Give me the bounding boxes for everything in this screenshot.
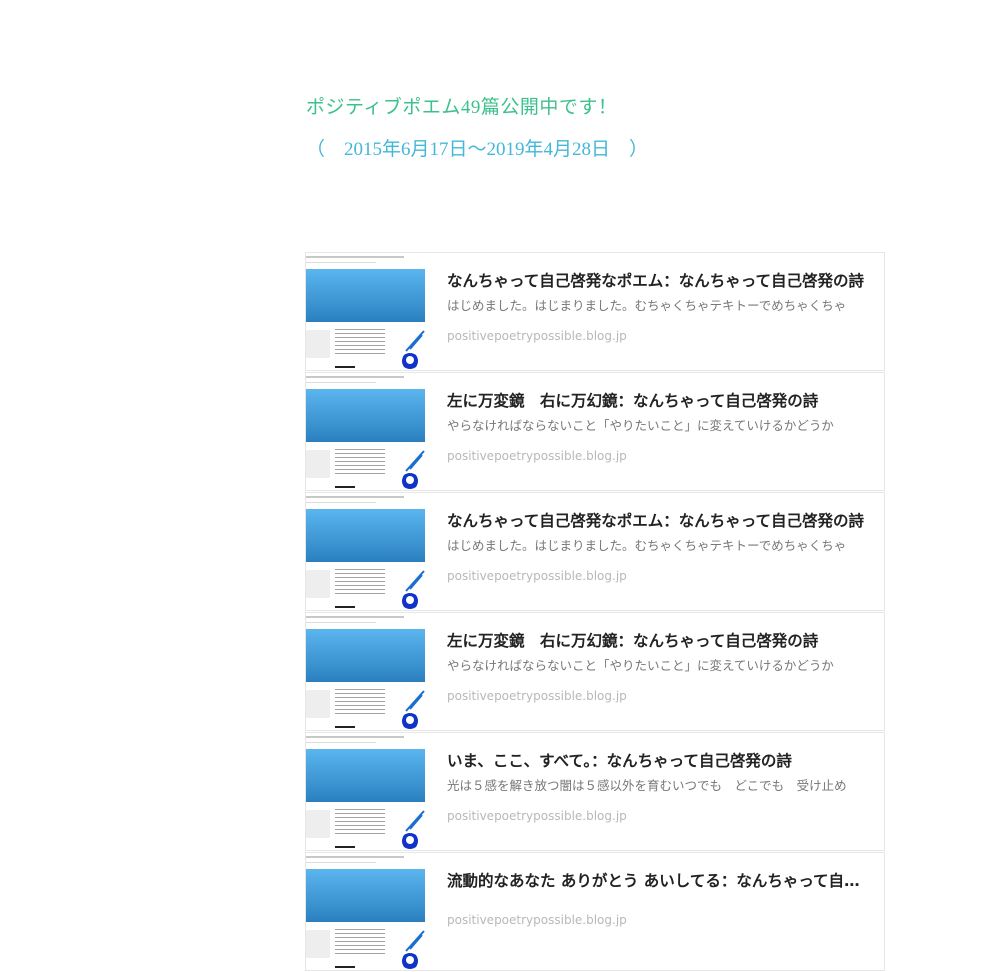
card-domain: positivepoetrypossible.blog.jp [447,449,627,463]
card-excerpt: はじめました。はじまりました。むちゃくちゃテキトーでめちゃくちゃ [447,538,847,553]
card-excerpt: やらなければならないこと「やりたいこと」に変えていけるかどうか [447,418,834,433]
blog-card[interactable]: いま、ここ、すべて。：なんちゃって自己啓発の詩 光は５感を解き放つ闇は５感以外を… [305,732,885,851]
card-thumbnail[interactable] [306,493,425,610]
blog-card[interactable]: なんちゃって自己啓発なポエム：なんちゃって自己啓発の詩 はじめました。はじまりま… [305,492,885,611]
card-excerpt: 光は５感を解き放つ闇は５感以外を育むいつでも どこでも 受け止め [447,778,847,793]
headline-poem-count: ポジティブポエム49篇公開中です！ [306,97,618,118]
figure-illustration-icon [402,450,425,489]
card-title[interactable]: なんちゃって自己啓発なポエム：なんちゃって自己啓発の詩 [447,271,867,291]
card-thumbnail[interactable] [306,253,425,370]
card-title[interactable]: いま、ここ、すべて。：なんちゃって自己啓発の詩 [447,751,867,771]
card-thumbnail[interactable] [306,733,425,850]
card-title[interactable]: 左に万変鏡 右に万幻鏡：なんちゃって自己啓発の詩 [447,391,867,411]
blog-card[interactable]: なんちゃって自己啓発なポエム：なんちゃって自己啓発の詩 はじめました。はじまりま… [305,252,885,371]
figure-illustration-icon [402,810,425,849]
figure-illustration-icon [402,690,425,729]
card-domain: positivepoetrypossible.blog.jp [447,329,627,343]
figure-illustration-icon [402,330,425,369]
card-title[interactable]: なんちゃって自己啓発なポエム：なんちゃって自己啓発の詩 [447,511,867,531]
card-thumbnail[interactable] [306,613,425,730]
blog-card[interactable]: 左に万変鏡 右に万幻鏡：なんちゃって自己啓発の詩 やらなければならないこと「やり… [305,372,885,491]
card-thumbnail[interactable] [306,853,425,970]
card-domain: positivepoetrypossible.blog.jp [447,809,627,823]
headline-date-range: （ 2015年6月17日～2019年4月28日 ） [306,139,649,160]
figure-illustration-icon [402,570,425,609]
card-domain: positivepoetrypossible.blog.jp [447,689,627,703]
blog-card-list: なんちゃって自己啓発なポエム：なんちゃって自己啓発の詩 はじめました。はじまりま… [305,252,885,972]
blog-card[interactable]: 左に万変鏡 右に万幻鏡：なんちゃって自己啓発の詩 やらなければならないこと「やり… [305,612,885,731]
card-domain: positivepoetrypossible.blog.jp [447,569,627,583]
figure-illustration-icon [402,930,425,969]
card-title[interactable]: 左に万変鏡 右に万幻鏡：なんちゃって自己啓発の詩 [447,631,867,651]
card-title[interactable]: 流動的なあなた ありがとう あいしてる：なんちゃって自己啓発の詩 [447,871,867,891]
card-domain: positivepoetrypossible.blog.jp [447,913,627,927]
card-excerpt: はじめました。はじまりました。むちゃくちゃテキトーでめちゃくちゃ [447,298,847,313]
blog-card[interactable]: 流動的なあなた ありがとう あいしてる：なんちゃって自己啓発の詩 positiv… [305,852,885,971]
card-thumbnail[interactable] [306,373,425,490]
card-excerpt: やらなければならないこと「やりたいこと」に変えていけるかどうか [447,658,834,673]
